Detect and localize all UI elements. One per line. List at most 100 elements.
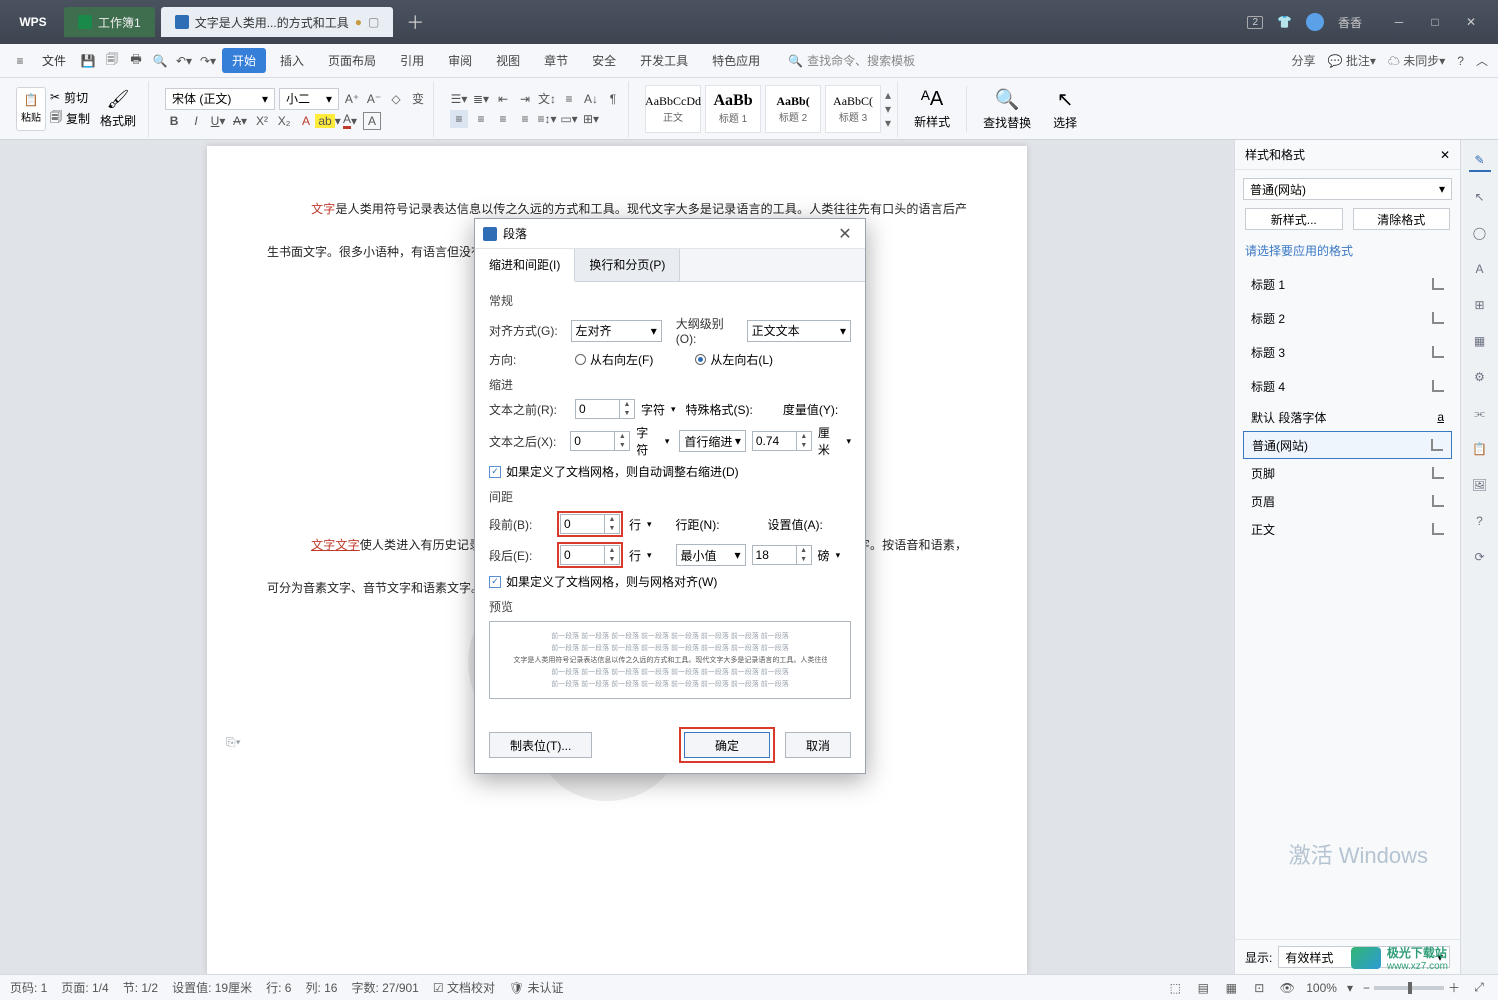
zoom-value[interactable]: 100% [1306, 981, 1337, 995]
fit-icon[interactable]: ⤢ [1470, 979, 1488, 997]
sb-page-no[interactable]: 页码: 1 [10, 979, 47, 996]
align-center-icon[interactable]: ≡ [472, 110, 490, 128]
numbering-icon[interactable]: ≣▾ [472, 90, 490, 108]
sync-button[interactable]: ☁ 未同步▾ [1388, 52, 1445, 69]
menu-icon[interactable]: ≡ [10, 51, 30, 71]
search-placeholder[interactable]: 查找命令、搜索模板 [807, 52, 915, 69]
special-combo[interactable]: 首行缩进▾ [679, 430, 745, 452]
notification-badge[interactable]: 2 [1247, 16, 1263, 29]
style-item-h1[interactable]: 标题 1 [1243, 267, 1452, 301]
enclose-icon[interactable]: A [363, 112, 381, 130]
tab-workbook[interactable]: 工作簿1 [64, 7, 155, 37]
window-minimize[interactable]: ─ [1382, 10, 1416, 34]
format-painter-button[interactable]: 🖌格式刷 [94, 89, 142, 129]
font-grow-icon[interactable]: A⁺ [343, 90, 361, 108]
text-effect-icon[interactable]: A [297, 112, 315, 130]
style-item-h2[interactable]: 标题 2 [1243, 301, 1452, 335]
sort-icon[interactable]: A↓ [582, 90, 600, 108]
save-icon[interactable]: 💾 [78, 51, 98, 71]
rail-link-icon[interactable]: ⫘ [1469, 402, 1491, 424]
font-family-combo[interactable]: 宋体 (正文)▾ [165, 88, 275, 110]
space-after-spinner[interactable]: ▲▼ [560, 545, 620, 565]
paste-button[interactable]: 📋 粘贴 [16, 87, 46, 131]
after-text-spinner[interactable]: ▲▼ [570, 431, 630, 451]
font-color-icon[interactable]: A▾ [341, 112, 359, 130]
font-size-combo[interactable]: 小二▾ [279, 88, 339, 110]
ribbon-tab-section[interactable]: 章节 [534, 48, 578, 73]
phonetic-icon[interactable]: 变 [409, 90, 427, 108]
rail-style-icon[interactable]: ✎ [1469, 150, 1491, 172]
select-button[interactable]: ↖选择 [1047, 87, 1083, 131]
sb-proof[interactable]: ☑ 文档校对 [433, 979, 495, 996]
new-style-btn[interactable]: 新样式... [1245, 208, 1343, 230]
showmarks-icon[interactable]: ¶ [604, 90, 622, 108]
clear-format-icon[interactable]: ◇ [387, 90, 405, 108]
auto-adjust-check[interactable]: ✓如果定义了文档网格，则自动调整右缩进(D) [489, 463, 851, 480]
border-icon[interactable]: ⊞▾ [582, 110, 600, 128]
style-h1[interactable]: AaBb标题 1 [705, 85, 761, 133]
chevron-down-icon[interactable]: ▾ [846, 436, 851, 447]
annotate-button[interactable]: 💬 批注▾ [1328, 52, 1376, 69]
line-spacing-combo[interactable]: 最小值▾ [676, 544, 746, 566]
sub-icon[interactable]: X₂ [275, 112, 293, 130]
bullets-icon[interactable]: ☰▾ [450, 90, 468, 108]
style-item-normal-web[interactable]: 普通(网站) [1243, 431, 1452, 459]
find-replace-button[interactable]: 🔍查找替换 [977, 87, 1037, 131]
current-style-combo[interactable]: 普通(网站)▾ [1243, 178, 1452, 200]
before-text-spinner[interactable]: ▲▼ [575, 399, 635, 419]
ribbon-tab-special[interactable]: 特色应用 [702, 48, 770, 73]
highlight-icon[interactable]: ab▾ [319, 112, 337, 130]
italic-icon[interactable]: I [187, 112, 205, 130]
rail-help-icon[interactable]: ? [1469, 510, 1491, 532]
align-right-icon[interactable]: ≡ [494, 110, 512, 128]
dialog-tab-indent[interactable]: 缩进和间距(I) [475, 249, 575, 282]
view-read-icon[interactable]: ⬚ [1166, 979, 1184, 997]
chevron-down-icon[interactable]: ▾ [671, 404, 676, 415]
view-print-icon[interactable]: ▤ [1194, 979, 1212, 997]
bold-icon[interactable]: B [165, 112, 183, 130]
cancel-button[interactable]: 取消 [785, 732, 851, 758]
new-tab-button[interactable]: ＋ [401, 9, 429, 35]
text-dir-icon[interactable]: 文↕ [538, 90, 556, 108]
strike-icon[interactable]: A▾ [231, 112, 249, 130]
section-handle-icon[interactable]: ⎘▾ [226, 735, 250, 759]
indent-dec-icon[interactable]: ⇤ [494, 90, 512, 108]
print-icon[interactable]: 🖶 [126, 51, 146, 71]
rail-cell-icon[interactable]: ▦ [1469, 330, 1491, 352]
style-item-h3[interactable]: 标题 3 [1243, 335, 1452, 369]
clear-format-btn[interactable]: 清除格式 [1353, 208, 1451, 230]
view-web-icon[interactable]: ▦ [1222, 979, 1240, 997]
ribbon-tab-ref[interactable]: 引用 [390, 48, 434, 73]
rail-settings-icon[interactable]: ⚙ [1469, 366, 1491, 388]
ribbon-tab-view[interactable]: 视图 [486, 48, 530, 73]
view-outline-icon[interactable]: ⊡ [1250, 979, 1268, 997]
redo-icon[interactable]: ↷▾ [198, 51, 218, 71]
tabstops-button[interactable]: 制表位(T)... [489, 732, 592, 758]
new-style-button[interactable]: ᴬA新样式 [908, 88, 956, 130]
copy-button[interactable]: 🗐复制 [50, 108, 90, 129]
ok-button[interactable]: 确定 [684, 732, 770, 758]
style-h3[interactable]: AaBbC(标题 3 [825, 85, 881, 133]
preview-icon[interactable]: 🔍 [150, 51, 170, 71]
underline-icon[interactable]: U▾ [209, 112, 227, 130]
rail-image-icon[interactable]: 🖼 [1469, 474, 1491, 496]
set-value-spinner[interactable]: ▲▼ [752, 545, 812, 565]
zoom-slider[interactable]: − ＋ [1363, 979, 1460, 996]
direction-rtl-radio[interactable]: 从右向左(F) [575, 351, 653, 368]
chevron-down-icon[interactable]: ▾ [647, 550, 652, 561]
panel-close-icon[interactable]: ✕ [1440, 148, 1450, 162]
shading-icon[interactable]: ▭▾ [560, 110, 578, 128]
outline-combo[interactable]: 正文文本▾ [747, 320, 851, 342]
view-reading-icon[interactable]: 👁 [1278, 979, 1296, 997]
sb-auth[interactable]: 🛡 未认证 [509, 979, 564, 996]
sb-words[interactable]: 字数: 27/901 [351, 979, 418, 996]
window-maximize[interactable]: □ [1418, 10, 1452, 34]
rail-history-icon[interactable]: ⟳ [1469, 546, 1491, 568]
chevron-down-icon[interactable]: ▾ [665, 436, 670, 447]
style-item-header[interactable]: 页眉 [1243, 487, 1452, 515]
sb-row[interactable]: 行: 6 [266, 979, 291, 996]
rail-text-icon[interactable]: A [1469, 258, 1491, 280]
indent-inc-icon[interactable]: ⇥ [516, 90, 534, 108]
chevron-down-icon[interactable]: ▾ [836, 550, 841, 561]
line-space-icon[interactable]: ≡↕▾ [538, 110, 556, 128]
